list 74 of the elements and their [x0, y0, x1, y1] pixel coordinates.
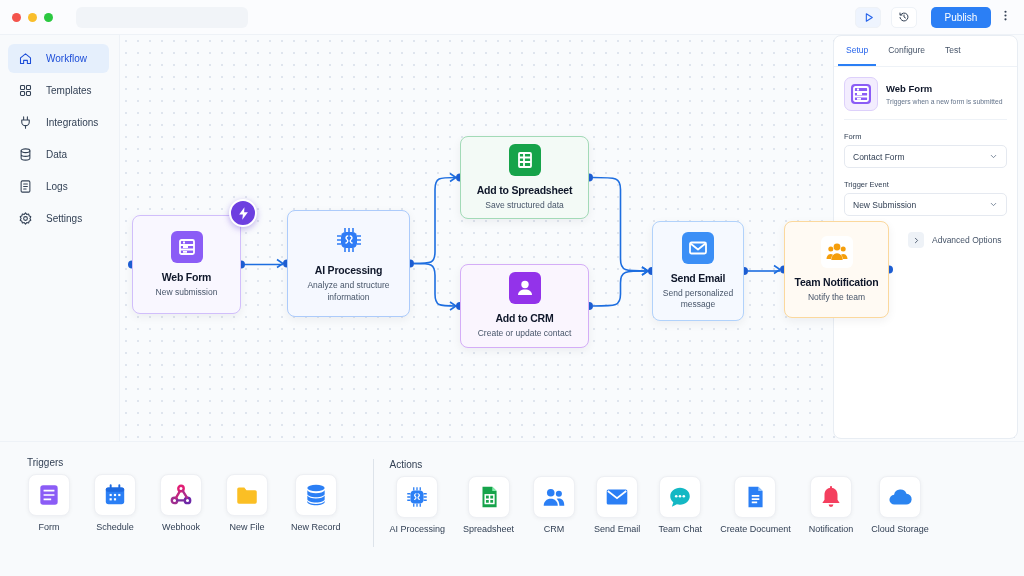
tile-label: Form — [38, 522, 60, 532]
connector-arrow — [244, 258, 285, 269]
tile-label: New Record — [291, 522, 341, 532]
sidebar-item[interactable]: Data — [8, 140, 109, 169]
palette-tile[interactable] — [533, 476, 576, 518]
tile-label: Team Chat — [658, 524, 702, 534]
node-title: AI Processing — [314, 264, 383, 277]
node-subtitle: Create or update contact — [477, 328, 572, 340]
workflow-node[interactable]: Add to Spreadsheet Save structured data — [460, 136, 589, 219]
dropdown-field[interactable]: New Submission — [844, 193, 1007, 216]
tile-label: Create Document — [720, 524, 791, 534]
palette-tile[interactable] — [396, 476, 439, 518]
palette-tile[interactable] — [879, 476, 921, 518]
tile-label: Schedule — [96, 522, 134, 532]
tile-label: Spreadsheet — [463, 524, 515, 534]
database-icon — [18, 147, 33, 162]
palette-tile[interactable] — [659, 476, 702, 518]
run-button[interactable] — [855, 6, 881, 28]
workflow-node[interactable]: Web Form New submission — [132, 215, 241, 314]
node-subtitle: Send personalized message — [661, 287, 735, 311]
history-button[interactable] — [891, 6, 917, 28]
panel-tab[interactable]: Configure — [880, 36, 934, 66]
tile-label: Notification — [808, 524, 854, 534]
palette-tile[interactable] — [294, 474, 337, 516]
publish-button[interactable]: Publish — [931, 6, 991, 28]
sidebar-item[interactable]: Integrations — [8, 108, 109, 137]
section-title: Actions — [389, 459, 424, 470]
palette-tile[interactable] — [467, 476, 510, 518]
node-subtitle: Save structured data — [485, 199, 564, 212]
sidebar-item[interactable]: Settings — [8, 204, 109, 233]
tile-label: New File — [229, 522, 265, 532]
palette-tile[interactable] — [734, 476, 777, 518]
grid-icon — [18, 83, 33, 98]
workflow-node[interactable]: Team Notification Notify the team — [784, 221, 889, 318]
node-title: Send Email — [670, 271, 726, 284]
node-title: Add to Spreadsheet — [476, 183, 573, 196]
palette-tile[interactable] — [94, 474, 136, 516]
workflow-node[interactable]: Send Email Send personalized message — [652, 221, 744, 321]
tile-label: Cloud Storage — [871, 524, 929, 534]
node-title: Team Notification — [794, 275, 879, 288]
workflow-node[interactable]: Add to CRM Create or update contact — [460, 264, 589, 348]
settings-icon — [18, 211, 33, 226]
tile-label: Send Email — [594, 524, 641, 534]
chevron-down-icon — [989, 200, 998, 209]
node-subtitle: New submission — [155, 286, 218, 299]
palette-tile[interactable] — [226, 474, 268, 516]
dropdown-field[interactable]: Contact Form — [844, 145, 1007, 168]
palette-tile[interactable] — [160, 474, 202, 516]
palette-tile[interactable] — [809, 476, 852, 518]
palette-tile[interactable] — [596, 476, 639, 518]
tile-label: AI Processing — [389, 524, 446, 534]
plug-icon — [18, 115, 33, 130]
document-icon — [18, 179, 33, 194]
section-title: Triggers — [27, 457, 65, 468]
sidebar-item[interactable]: Logs — [8, 172, 109, 201]
workflow-node[interactable]: AI Processing Analyze and structure information — [287, 210, 410, 317]
home-icon — [18, 51, 33, 66]
chevron-down-icon — [989, 152, 998, 161]
node-subtitle: Notify the team — [807, 291, 866, 304]
section-toggle-label[interactable]: Advanced Options — [932, 235, 1002, 245]
sidebar-item[interactable]: Templates — [8, 76, 109, 105]
panel-tab[interactable]: Test — [937, 36, 969, 66]
tile-label: Webhook — [162, 522, 200, 532]
palette-tile[interactable] — [28, 474, 70, 516]
node-subtitle: Analyze and structure information — [306, 280, 391, 303]
form-icon — [844, 77, 878, 111]
node-title: Add to CRM — [495, 312, 554, 325]
node-title: Web Form — [161, 270, 212, 283]
trigger-title: Web Form — [886, 83, 934, 94]
clock-icon — [898, 11, 910, 23]
tile-label: CRM — [543, 524, 565, 534]
panel-tab[interactable]: Setup — [838, 36, 877, 66]
sidebar-item[interactable]: Workflow — [8, 44, 109, 73]
connector-arrow — [747, 264, 782, 275]
